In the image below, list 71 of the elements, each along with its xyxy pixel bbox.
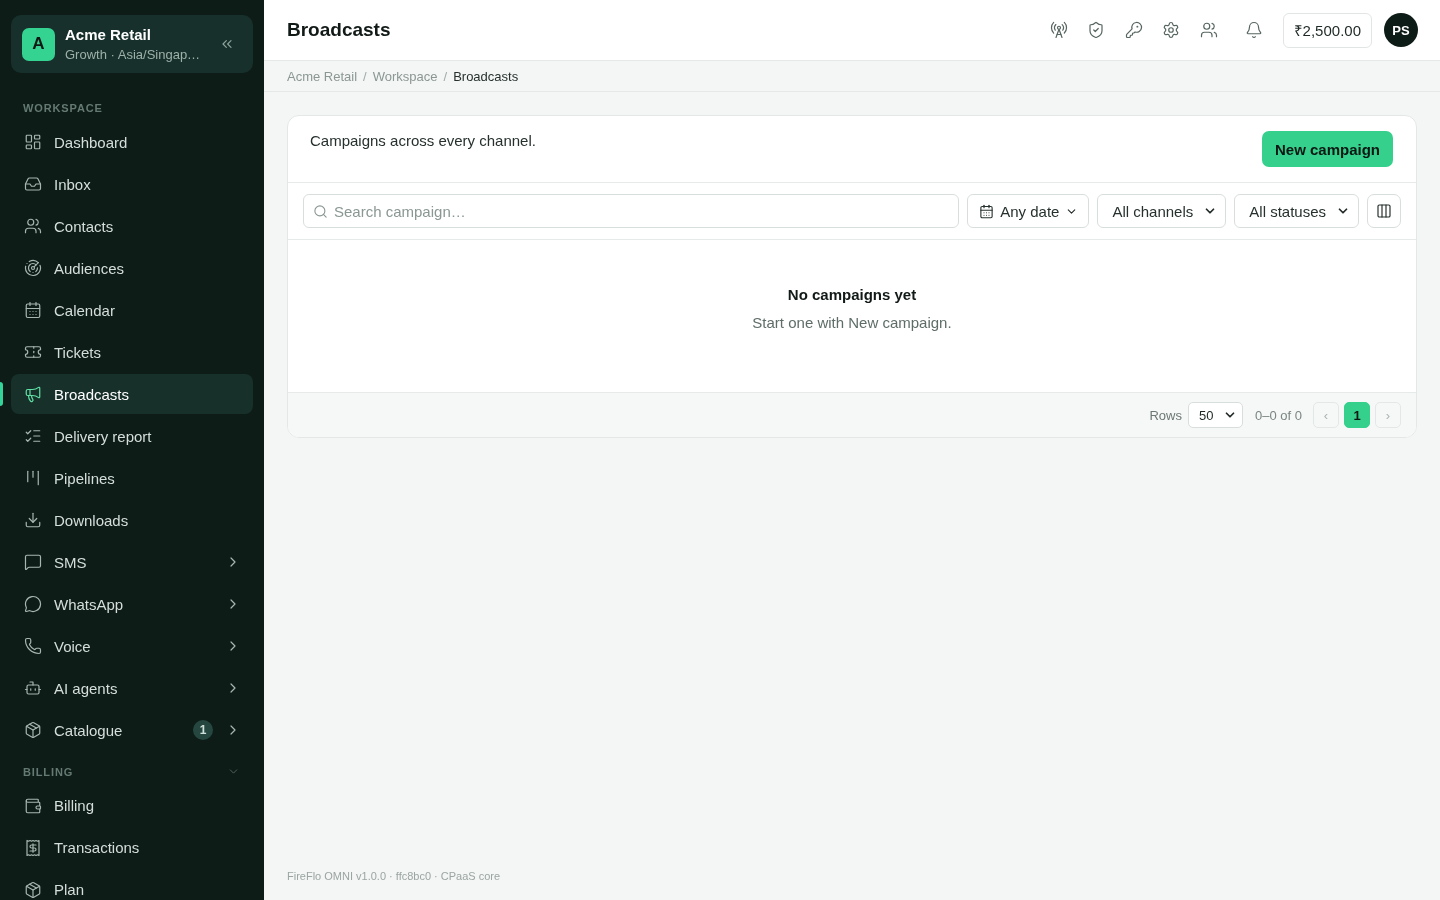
empty-state-title: No campaigns yet: [787, 286, 917, 304]
phone-icon: [24, 637, 42, 655]
radar-icon: [24, 259, 42, 277]
shield-check-icon[interactable]: [1087, 21, 1106, 39]
search-field[interactable]: Search campaign…: [303, 194, 960, 228]
notifications-icon[interactable]: [1244, 21, 1263, 39]
columns-icon: [1376, 203, 1392, 219]
users-icon: [24, 217, 42, 235]
inbox-icon: [24, 175, 42, 193]
org-plan: Growth · Asia/Singap…: [65, 46, 202, 63]
new-campaign-button[interactable]: New campaign: [1261, 131, 1393, 167]
dashboard-icon: [24, 133, 42, 151]
megaphone-icon: [24, 385, 42, 403]
package-icon: [24, 721, 42, 739]
sidebar-item[interactable]: Transactions: [11, 827, 253, 868]
sidebar-item[interactable]: Catalogue 1: [11, 710, 253, 750]
sidebar-item[interactable]: AI agents: [11, 668, 253, 708]
settings-icon[interactable]: [1162, 21, 1181, 39]
rows-label: Rows: [1149, 407, 1182, 423]
active-indicator: [0, 382, 3, 406]
sidebar-item[interactable]: Inbox: [11, 164, 253, 204]
sidebar-item[interactable]: Plan: [11, 869, 253, 900]
user-avatar[interactable]: PS: [1384, 13, 1418, 47]
breadcrumb-current: Broadcasts: [453, 68, 519, 84]
package-icon: [24, 880, 42, 899]
section-label: WORKSPACE: [23, 101, 103, 115]
checklist-icon: [24, 427, 42, 445]
wallet-icon: [24, 796, 42, 815]
rows-dropdown[interactable]: 50: [1188, 402, 1243, 428]
empty-state-message: Start one with New campaign.: [752, 314, 952, 332]
page-button[interactable]: 1: [1344, 402, 1370, 428]
filter-dropdown[interactable]: All channels: [1097, 194, 1227, 228]
sidebar-item[interactable]: Audiences: [11, 248, 253, 288]
sidebar-item[interactable]: Dashboard: [11, 122, 253, 162]
robot-icon: [24, 679, 42, 697]
receipt-icon: [24, 838, 42, 857]
sidebar-item[interactable]: Downloads: [11, 500, 253, 540]
section-label: BILLING: [23, 764, 74, 779]
sidebar-item[interactable]: SMS: [11, 542, 253, 582]
kanban-icon: [24, 469, 42, 487]
calendar-icon: [24, 301, 42, 319]
breadcrumb-separator: /: [363, 68, 367, 84]
sidebar-item[interactable]: WhatsApp: [11, 584, 253, 624]
sidebar-item[interactable]: Billing: [11, 785, 253, 826]
sidebar-item[interactable]: Voice: [11, 626, 253, 666]
org-name: Acme Retail: [65, 25, 152, 44]
key-icon[interactable]: [1124, 21, 1143, 39]
sidebar-item[interactable]: Calendar: [11, 290, 253, 330]
search-icon: [313, 203, 328, 219]
filter-dropdown[interactable]: All statuses: [1234, 194, 1359, 228]
sidebar-item[interactable]: Pipelines: [11, 458, 253, 498]
columns-button[interactable]: [1367, 194, 1401, 228]
breadcrumb-separator: /: [443, 68, 448, 84]
sidebar-item[interactable]: Tickets: [11, 332, 253, 372]
ticket-icon: [24, 343, 42, 361]
download-icon: [24, 511, 42, 529]
card-description: Campaigns across every channel.: [310, 131, 536, 151]
org-logo: A: [22, 27, 55, 61]
sidebar-item[interactable]: Broadcasts: [11, 374, 253, 414]
calendar-icon: [979, 203, 995, 219]
balance-button[interactable]: ₹2,500.00: [1282, 12, 1372, 48]
version-footer: FireFlo OMNI v1.0.0 · ffc8bc0 · CPaaS core: [287, 870, 1417, 882]
radio-tower-icon[interactable]: [1049, 21, 1068, 39]
sidebar-item[interactable]: Delivery report: [11, 416, 253, 456]
page-title: Broadcasts: [287, 19, 391, 41]
sidebar-item[interactable]: Contacts: [11, 206, 253, 246]
org-switcher[interactable]: A Acme Retail Growth · Asia/Singap…: [11, 15, 253, 73]
count-badge: 1: [193, 720, 213, 740]
range-text: 0–0 of 0: [1255, 407, 1302, 423]
users-icon[interactable]: [1199, 21, 1218, 39]
date-filter-button[interactable]: Any date: [967, 194, 1090, 228]
